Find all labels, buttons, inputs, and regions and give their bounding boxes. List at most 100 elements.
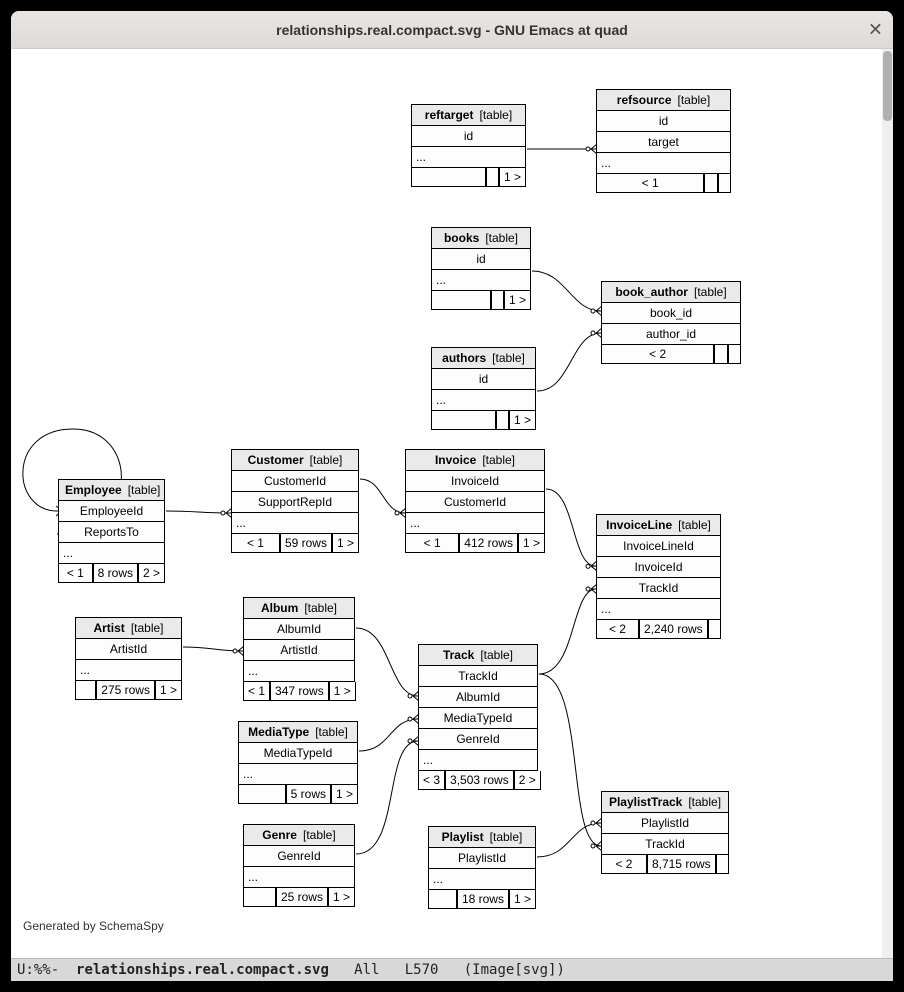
column-trackid: TrackId — [418, 666, 538, 687]
columns-ellipsis: ... — [231, 513, 359, 534]
table-name: InvoiceLine — [606, 518, 672, 532]
columns-ellipsis: ... — [596, 153, 731, 174]
footer-right — [728, 345, 741, 364]
column-mediatypeid: MediaTypeId — [238, 743, 358, 764]
columns-ellipsis: ... — [596, 599, 721, 620]
table-header: Genre [table] — [243, 824, 355, 846]
table-name: Artist — [93, 621, 124, 635]
footer-mid — [704, 174, 717, 193]
table-invoiceline: InvoiceLine[table]InvoiceLineIdInvoiceId… — [596, 514, 721, 639]
column-mediatypeid: MediaTypeId — [418, 708, 538, 729]
table-genre: Genre[table]GenreId... 25 rows1 > — [243, 824, 355, 907]
table-footer: < 22,240 rows — [596, 620, 721, 639]
table-footer: 18 rows1 > — [428, 890, 536, 909]
table-footer: < 2 — [601, 345, 741, 364]
columns-ellipsis: ... — [243, 867, 355, 888]
table-type-label: [table] — [678, 93, 711, 107]
scrollbar-thumb[interactable] — [883, 51, 892, 121]
columns-ellipsis: ... — [431, 390, 536, 411]
table-type-label: [table] — [310, 453, 343, 467]
footer-right: 1 > — [155, 681, 182, 700]
table-name: Employee — [65, 483, 122, 497]
footer-left: < 1 — [231, 534, 280, 553]
table-footer: 1 > — [431, 291, 531, 310]
table-name: books — [444, 231, 479, 245]
column-employeeid: EmployeeId — [58, 501, 165, 522]
table-name: Genre — [262, 828, 297, 842]
footer-mid: 275 rows — [96, 681, 155, 700]
columns-ellipsis: ... — [243, 661, 355, 682]
footer-left — [238, 785, 286, 804]
footer-right: 1 > — [499, 168, 526, 187]
column-trackid: TrackId — [601, 834, 729, 855]
column-artistid: ArtistId — [75, 639, 182, 660]
column-id: id — [431, 249, 531, 270]
table-type-label: [table] — [482, 453, 515, 467]
column-customerid: CustomerId — [231, 471, 359, 492]
table-type-label: [table] — [678, 518, 711, 532]
table-track: Track [table] TrackIdAlbumIdMediaTypeIdGen… — [418, 644, 538, 790]
footer-mid: 2,240 rows — [639, 620, 708, 639]
table-footer: < 1347 rows1 > — [243, 682, 355, 701]
footer-left — [431, 411, 496, 430]
footer-left: < 2 — [601, 345, 714, 364]
columns-ellipsis: ... — [431, 270, 531, 291]
footer-left — [411, 168, 486, 187]
table-header: InvoiceLine [table] — [596, 514, 721, 536]
table-header: Track [table] — [418, 644, 538, 666]
table-name: Playlist — [442, 830, 484, 844]
table-footer: < 28,715 rows — [601, 855, 729, 874]
column-trackid: TrackId — [596, 578, 721, 599]
table-type-label: [table] — [485, 231, 518, 245]
table-footer: < 1 — [596, 174, 731, 193]
footer-mid: 8 rows — [93, 564, 138, 583]
diagram-canvas: reftarget[table]id... 1 >refsource[table… — [11, 49, 893, 958]
table-footer: 25 rows1 > — [243, 888, 355, 907]
generated-by-note: Generated by SchemaSpy — [23, 919, 164, 933]
column-albumid: AlbumId — [243, 619, 355, 640]
table-name: Invoice — [435, 453, 476, 467]
column-book_id: book_id — [601, 303, 741, 324]
columns-ellipsis: ... — [238, 764, 358, 785]
column-invoiceid: InvoiceId — [405, 471, 545, 492]
table-name: Album — [261, 601, 298, 615]
footer-mid: 8,715 rows — [647, 855, 716, 874]
footer-mid — [714, 345, 727, 364]
footer-mid — [496, 411, 509, 430]
column-albumid: AlbumId — [418, 687, 538, 708]
table-authors: authors[table]id... 1 > — [431, 347, 536, 430]
column-playlistid: PlaylistId — [601, 813, 729, 834]
footer-mid: 5 rows — [286, 785, 331, 804]
footer-right: 1 > — [332, 534, 359, 553]
table-type-label: [table] — [303, 828, 336, 842]
table-type-label: [table] — [480, 648, 513, 662]
table-name: book_author — [615, 285, 688, 299]
table-name: authors — [442, 351, 486, 365]
table-mediatype: MediaType[table]MediaTypeId... 5 rows1 > — [238, 721, 358, 804]
table-header: Artist[table] — [75, 617, 182, 639]
column-supportrepid: SupportRepId — [231, 492, 359, 513]
table-type-label: [table] — [479, 108, 512, 122]
table-type-label: [table] — [304, 601, 337, 615]
table-type-label: [table] — [688, 795, 721, 809]
table-header: Invoice [table] — [405, 449, 545, 471]
table-reftarget: reftarget[table]id... 1 > — [411, 104, 526, 187]
table-employee: Employee[table]EmployeeIdReportsTo...< 1… — [58, 479, 165, 583]
columns-ellipsis: ... — [58, 543, 165, 564]
table-name: Track — [443, 648, 474, 662]
footer-right: 1 > — [504, 291, 531, 310]
footer-right: 1 > — [509, 411, 536, 430]
footer-right: 2 > — [138, 564, 165, 583]
footer-right — [718, 174, 731, 193]
column-target: target — [596, 132, 731, 153]
table-header: MediaType[table] — [238, 721, 358, 743]
table-name: MediaType — [248, 725, 309, 739]
table-type-label: [table] — [490, 830, 523, 844]
column-genreid: GenreId — [418, 729, 538, 750]
table-invoice: Invoice[table]InvoiceIdCustomerId...< 14… — [405, 449, 545, 553]
table-footer: 1 > — [431, 411, 536, 430]
footer-left — [431, 291, 491, 310]
vertical-scrollbar[interactable] — [882, 49, 893, 958]
close-icon[interactable]: ✕ — [868, 19, 883, 40]
modeline: U:%%- relationships.real.compact.svg All… — [11, 958, 893, 981]
